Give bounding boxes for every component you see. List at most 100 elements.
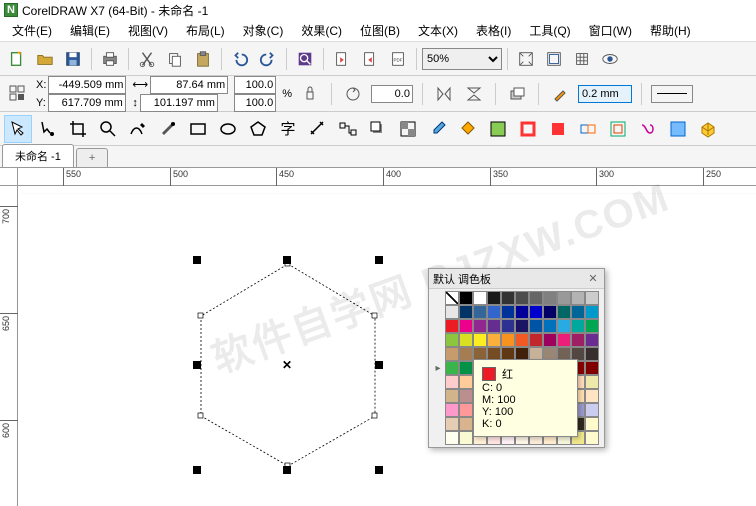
- export-button[interactable]: [357, 46, 383, 72]
- y-input[interactable]: [48, 94, 126, 112]
- color-swatch[interactable]: [459, 333, 473, 347]
- fill-tool[interactable]: [544, 115, 572, 143]
- color-swatch[interactable]: [445, 431, 459, 445]
- color-swatch[interactable]: [585, 319, 599, 333]
- undo-button[interactable]: [227, 46, 253, 72]
- menu-layout[interactable]: 布局(L): [178, 20, 233, 41]
- color-swatch[interactable]: [585, 361, 599, 375]
- color-swatch[interactable]: [445, 403, 459, 417]
- scaley-input[interactable]: [234, 94, 276, 112]
- menu-tools[interactable]: 工具(Q): [521, 20, 578, 41]
- redo-button[interactable]: [255, 46, 281, 72]
- selection-handle-n[interactable]: [283, 256, 291, 264]
- parallel-dimension-tool[interactable]: [304, 115, 332, 143]
- cut-button[interactable]: [134, 46, 160, 72]
- freehand-tool[interactable]: [124, 115, 152, 143]
- envelope-tool[interactable]: [664, 115, 692, 143]
- color-swatch[interactable]: [585, 389, 599, 403]
- color-swatch[interactable]: [501, 291, 515, 305]
- height-input[interactable]: [140, 94, 218, 112]
- text-tool[interactable]: 字: [274, 115, 302, 143]
- color-swatch[interactable]: [459, 375, 473, 389]
- color-swatch[interactable]: [543, 319, 557, 333]
- color-swatch[interactable]: [529, 319, 543, 333]
- pdf-button[interactable]: PDF: [385, 46, 411, 72]
- color-swatch[interactable]: [557, 291, 571, 305]
- menu-edit[interactable]: 编辑(E): [62, 20, 118, 41]
- color-swatch[interactable]: [501, 333, 515, 347]
- import-button[interactable]: [329, 46, 355, 72]
- transparency-tool[interactable]: [394, 115, 422, 143]
- mirror-v-icon[interactable]: [462, 82, 486, 106]
- menu-file[interactable]: 文件(E): [4, 20, 60, 41]
- dropshadow-tool[interactable]: [364, 115, 392, 143]
- contour-tool[interactable]: [604, 115, 632, 143]
- paste-button[interactable]: [190, 46, 216, 72]
- color-swatch[interactable]: [501, 305, 515, 319]
- new-button[interactable]: [4, 46, 30, 72]
- ruler-horizontal[interactable]: 550 500 450 400 350 300 250: [18, 168, 756, 186]
- print-button[interactable]: [97, 46, 123, 72]
- color-swatch[interactable]: [445, 347, 459, 361]
- color-swatch[interactable]: [515, 319, 529, 333]
- color-swatch[interactable]: [445, 333, 459, 347]
- color-swatch[interactable]: [473, 305, 487, 319]
- color-swatch[interactable]: [459, 403, 473, 417]
- zoom-tool[interactable]: [94, 115, 122, 143]
- color-swatch[interactable]: [543, 291, 557, 305]
- polygon-tool[interactable]: [244, 115, 272, 143]
- palette-close-button[interactable]: ✕: [586, 272, 600, 286]
- outline-width[interactable]: 0.2 mm: [578, 85, 632, 103]
- lock-ratio-icon[interactable]: [298, 82, 322, 106]
- color-swatch[interactable]: [571, 305, 585, 319]
- color-swatch[interactable]: [571, 333, 585, 347]
- color-swatch[interactable]: [501, 319, 515, 333]
- blend-tool[interactable]: [574, 115, 602, 143]
- color-swatch[interactable]: [445, 319, 459, 333]
- selection-handle-nw[interactable]: [193, 256, 201, 264]
- width-input[interactable]: [150, 76, 228, 94]
- color-swatch[interactable]: [459, 291, 473, 305]
- color-swatch[interactable]: [585, 375, 599, 389]
- color-swatch[interactable]: [445, 389, 459, 403]
- color-swatch[interactable]: [459, 361, 473, 375]
- menu-object[interactable]: 对象(C): [235, 20, 292, 41]
- color-swatch[interactable]: [459, 305, 473, 319]
- menu-text[interactable]: 文本(X): [410, 20, 466, 41]
- crop-tool[interactable]: [64, 115, 92, 143]
- shape-tool[interactable]: [34, 115, 62, 143]
- color-swatch[interactable]: [529, 333, 543, 347]
- canvas[interactable]: 软件自学网 RJZXW.COM ✕ 默认 调色板 ✕ ▸: [18, 186, 756, 506]
- selection-center[interactable]: ✕: [282, 358, 292, 368]
- color-swatch[interactable]: [571, 291, 585, 305]
- color-swatch[interactable]: [445, 361, 459, 375]
- color-swatch[interactable]: [585, 403, 599, 417]
- scalex-input[interactable]: [234, 76, 276, 94]
- color-swatch[interactable]: [445, 417, 459, 431]
- color-swatch[interactable]: [529, 305, 543, 319]
- color-swatch[interactable]: [459, 431, 473, 445]
- outline-pen-icon[interactable]: [548, 82, 572, 106]
- zoom-select[interactable]: 50%: [422, 48, 502, 70]
- open-button[interactable]: [32, 46, 58, 72]
- fullscreen-button[interactable]: [513, 46, 539, 72]
- show-rulers-button[interactable]: [541, 46, 567, 72]
- color-swatch[interactable]: [585, 291, 599, 305]
- palette-scroll-up[interactable]: ▸: [435, 363, 440, 374]
- color-swatch[interactable]: [543, 333, 557, 347]
- color-swatch[interactable]: [487, 333, 501, 347]
- color-swatch[interactable]: [543, 305, 557, 319]
- color-swatch[interactable]: [557, 333, 571, 347]
- menu-effects[interactable]: 效果(C): [293, 20, 350, 41]
- order-icon[interactable]: [505, 82, 529, 106]
- color-swatch[interactable]: [585, 431, 599, 445]
- color-swatch[interactable]: [487, 291, 501, 305]
- new-tab-button[interactable]: +: [76, 148, 108, 167]
- preview-button[interactable]: [597, 46, 623, 72]
- color-swatch[interactable]: [473, 333, 487, 347]
- color-swatch[interactable]: [473, 291, 487, 305]
- color-swatch[interactable]: [571, 319, 585, 333]
- distort-tool[interactable]: [634, 115, 662, 143]
- color-swatch[interactable]: [459, 319, 473, 333]
- menu-bitmap[interactable]: 位图(B): [352, 20, 408, 41]
